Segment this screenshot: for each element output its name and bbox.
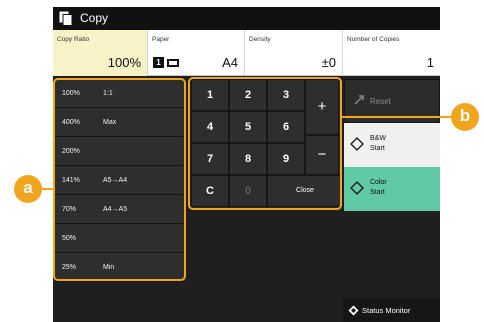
bw-start-line1: B&W bbox=[370, 135, 386, 142]
callout-b-frame bbox=[188, 77, 342, 210]
color-start-label: Color Start bbox=[370, 178, 430, 198]
reset-label: Reset bbox=[370, 97, 391, 106]
title-bar: Copy bbox=[53, 7, 440, 30]
paper-value: A4 bbox=[222, 55, 238, 70]
copy-icon bbox=[59, 11, 73, 26]
start-diamond-icon bbox=[350, 137, 364, 151]
status-monitor-icon bbox=[348, 305, 359, 316]
status-monitor-button[interactable]: Status Monitor bbox=[343, 298, 440, 322]
copy-ratio-label: Copy Ratio bbox=[57, 36, 90, 43]
callout-a-badge: a bbox=[14, 175, 42, 203]
color-start-line1: Color bbox=[370, 179, 387, 186]
bw-start-line2: Start bbox=[370, 145, 385, 152]
number-of-copies-label: Number of Copies bbox=[347, 36, 400, 43]
paper-sheet-icon bbox=[167, 59, 179, 67]
callout-a-frame bbox=[53, 78, 186, 281]
number-of-copies-cell[interactable]: Number of Copies 1 bbox=[343, 30, 440, 76]
settings-summary-row: Copy Ratio 100% Paper 1 A4 Density ±0 Nu… bbox=[53, 30, 440, 76]
status-monitor-label: Status Monitor bbox=[362, 306, 411, 315]
copy-ratio-cell[interactable]: Copy Ratio 100% bbox=[53, 30, 148, 76]
number-of-copies-value: 1 bbox=[426, 55, 434, 70]
copy-ratio-value: 100% bbox=[107, 55, 141, 70]
density-value: ±0 bbox=[321, 55, 336, 70]
callout-b-badge: b bbox=[451, 103, 479, 131]
density-label: Density bbox=[249, 36, 271, 43]
paper-cell[interactable]: Paper 1 A4 bbox=[148, 30, 245, 76]
start-diamond-icon bbox=[350, 181, 364, 195]
paper-label: Paper bbox=[152, 36, 170, 43]
bw-start-button[interactable]: B&W Start bbox=[344, 123, 440, 167]
paper-tray-icon: 1 bbox=[153, 57, 164, 68]
density-cell[interactable]: Density ±0 bbox=[245, 30, 343, 76]
bw-start-label: B&W Start bbox=[370, 134, 430, 154]
reset-icon bbox=[354, 95, 364, 105]
color-start-button[interactable]: Color Start bbox=[344, 167, 440, 211]
callout-b-leader bbox=[341, 116, 452, 118]
screen-title: Copy bbox=[80, 11, 109, 25]
color-start-line2: Start bbox=[370, 189, 385, 196]
